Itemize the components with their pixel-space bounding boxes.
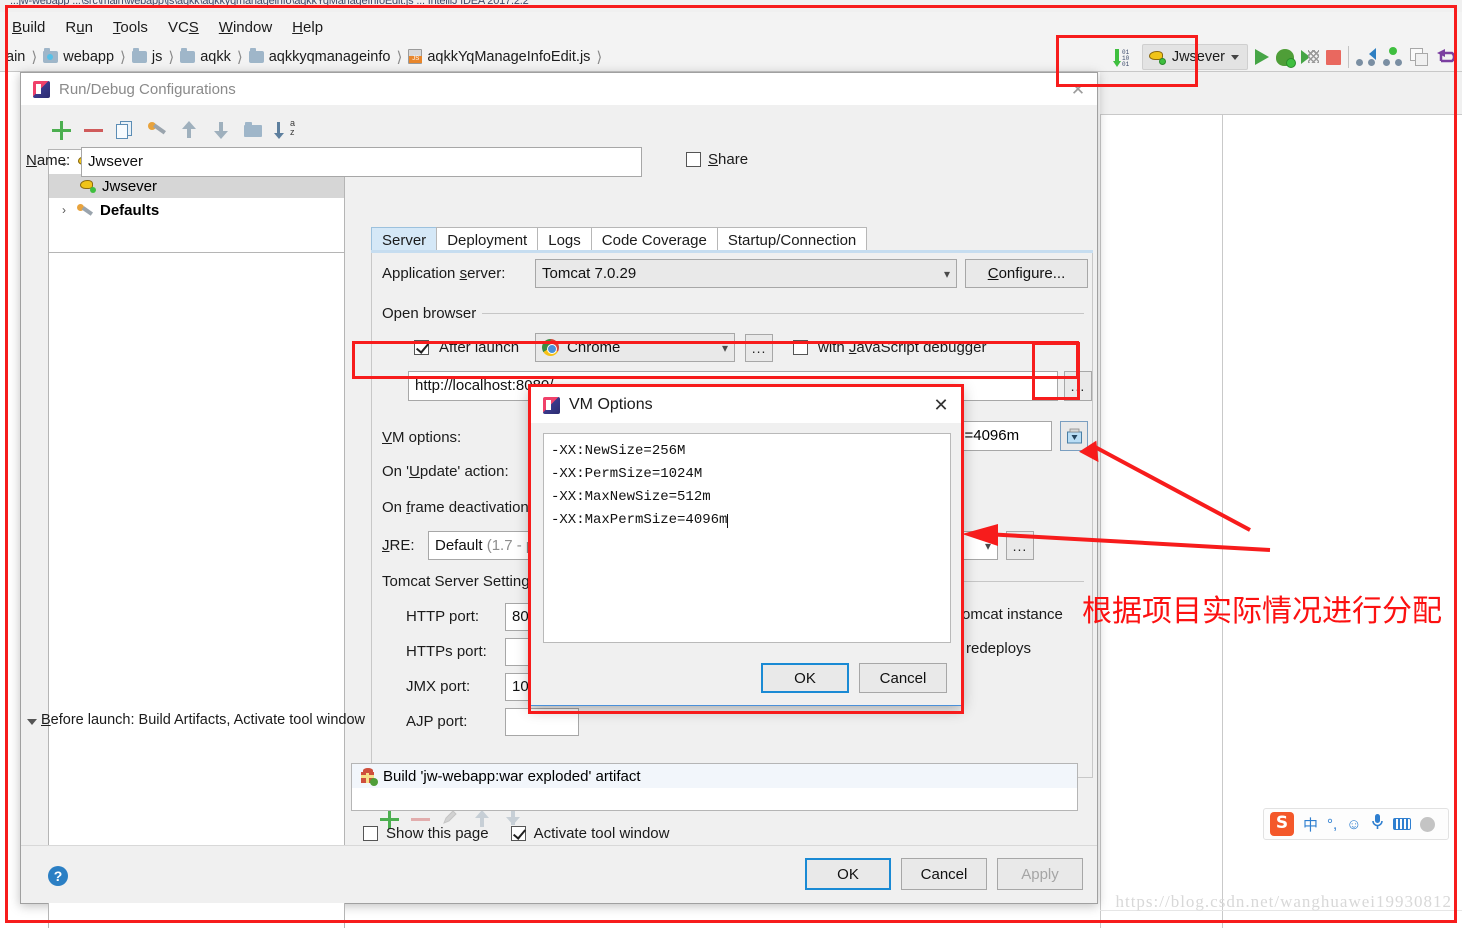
annotation-runconfig-highlight (1056, 35, 1198, 87)
annotation-note-text: 根据项目实际情况进行分配 (1082, 594, 1442, 629)
annotation-expand-button-highlight (1032, 342, 1080, 400)
smiley-icon[interactable]: ☺ (1346, 816, 1361, 833)
screenshot-root: ...jw-webapp ...\src\main\webapp\js\aqkk… (0, 0, 1462, 928)
annotation-vm-modal-highlight (528, 384, 964, 714)
keyboard-icon[interactable] (1392, 818, 1411, 830)
annotation-vm-options-highlight (352, 341, 1079, 379)
user-icon[interactable] (1419, 816, 1435, 832)
ime-punctuation-mode[interactable]: °, (1327, 816, 1337, 833)
ime-language-mode[interactable]: 中 (1303, 814, 1318, 835)
ime-toolbar: S 中 °, ☺ (1263, 808, 1449, 840)
sogou-logo-icon[interactable]: S (1270, 812, 1294, 836)
watermark: https://blog.csdn.net/wanghuawei19930812 (1115, 892, 1452, 911)
microphone-icon[interactable] (1371, 813, 1384, 835)
